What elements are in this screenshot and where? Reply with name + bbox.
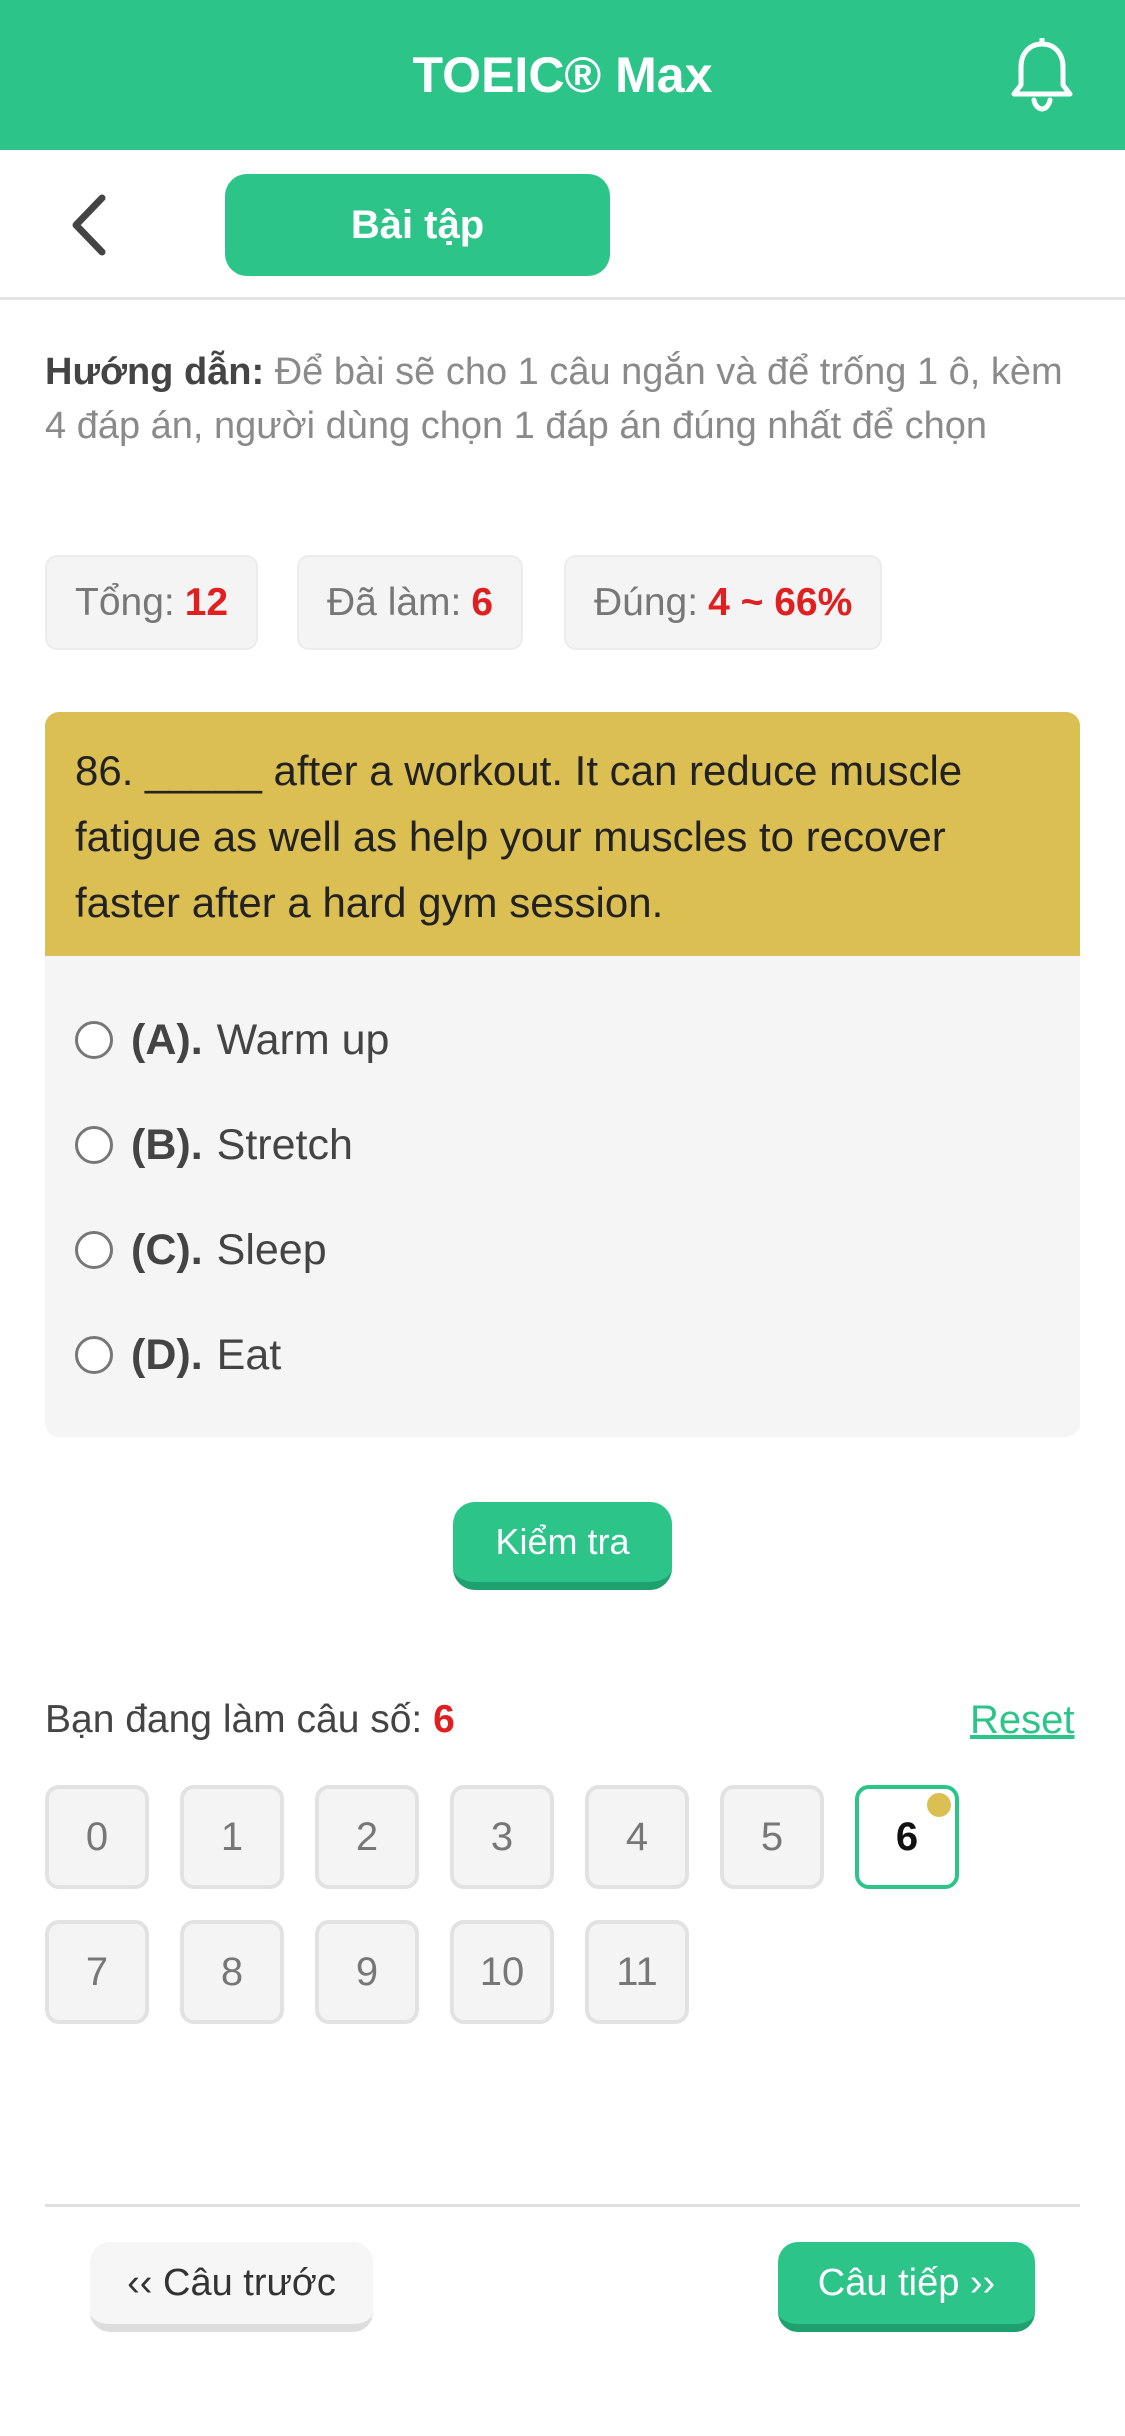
- reset-link[interactable]: Reset: [970, 1698, 1075, 1743]
- option-d[interactable]: (D). Eat: [75, 1325, 281, 1385]
- option-text: Eat: [216, 1330, 282, 1379]
- app-header: TOEIC® Max: [0, 0, 1125, 150]
- option-key: (D).: [131, 1330, 203, 1379]
- question-number-1[interactable]: 1: [180, 1785, 284, 1889]
- stat-correct-value: 4 ~ 66%: [708, 581, 853, 624]
- instructions-label: Hướng dẫn:: [45, 351, 265, 393]
- option-key: (A).: [131, 1015, 203, 1064]
- sub-header: Bài tập: [0, 150, 1125, 300]
- stat-total: Tổng: 12: [45, 555, 259, 650]
- divider: [45, 2204, 1080, 2207]
- instructions: Hướng dẫn: Để bài sẽ cho 1 câu ngắn và đ…: [45, 345, 1080, 453]
- previous-question-button[interactable]: ‹‹ Câu trước: [90, 2242, 373, 2332]
- option-text: Warm up: [216, 1015, 390, 1064]
- option-a[interactable]: (A). Warm up: [75, 1010, 389, 1070]
- question-number-4[interactable]: 4: [585, 1785, 689, 1889]
- progress-label: Bạn đang làm câu số: 6: [45, 1698, 455, 1742]
- question-card: 86. _____ after a workout. It can reduce…: [45, 712, 1080, 1437]
- option-text: Sleep: [216, 1225, 327, 1274]
- question-number-5[interactable]: 5: [720, 1785, 824, 1889]
- radio-button[interactable]: [75, 1231, 113, 1269]
- question-number-3[interactable]: 3: [450, 1785, 554, 1889]
- current-question-number: 6: [433, 1698, 455, 1741]
- stat-correct: Đúng: 4 ~ 66%: [564, 555, 883, 650]
- check-button[interactable]: Kiểm tra: [453, 1502, 672, 1590]
- status-dot: [927, 1793, 951, 1817]
- stat-done-label: Đã làm:: [327, 581, 462, 624]
- progress-text: Bạn đang làm câu số:: [45, 1698, 434, 1741]
- exercise-tab-button[interactable]: Bài tập: [225, 174, 610, 276]
- question-number-label: 6: [895, 1815, 919, 1859]
- stat-correct-label: Đúng:: [594, 581, 699, 624]
- next-question-button[interactable]: Câu tiếp ››: [778, 2242, 1035, 2332]
- option-text: Stretch: [216, 1120, 353, 1169]
- question-text: 86. _____ after a workout. It can reduce…: [45, 712, 1080, 956]
- stat-done-value: 6: [471, 581, 494, 624]
- question-number-6-current[interactable]: 6: [855, 1785, 959, 1889]
- stat-done: Đã làm: 6: [297, 555, 524, 650]
- radio-button[interactable]: [75, 1021, 113, 1059]
- bell-icon[interactable]: [1010, 38, 1074, 112]
- stat-total-value: 12: [184, 581, 229, 624]
- option-c[interactable]: (C). Sleep: [75, 1220, 327, 1280]
- option-b[interactable]: (B). Stretch: [75, 1115, 353, 1175]
- radio-button[interactable]: [75, 1336, 113, 1374]
- question-number-7[interactable]: 7: [45, 1920, 149, 2024]
- radio-button[interactable]: [75, 1126, 113, 1164]
- question-number-2[interactable]: 2: [315, 1785, 419, 1889]
- question-number-0[interactable]: 0: [45, 1785, 149, 1889]
- stat-total-label: Tổng:: [75, 581, 175, 624]
- option-key: (C).: [131, 1225, 203, 1274]
- question-number-11[interactable]: 11: [585, 1920, 689, 2024]
- question-number-9[interactable]: 9: [315, 1920, 419, 2024]
- question-number-10[interactable]: 10: [450, 1920, 554, 2024]
- question-number-8[interactable]: 8: [180, 1920, 284, 2024]
- back-arrow-icon[interactable]: [62, 192, 118, 258]
- option-key: (B).: [131, 1120, 203, 1169]
- app-title: TOEIC® Max: [412, 47, 713, 103]
